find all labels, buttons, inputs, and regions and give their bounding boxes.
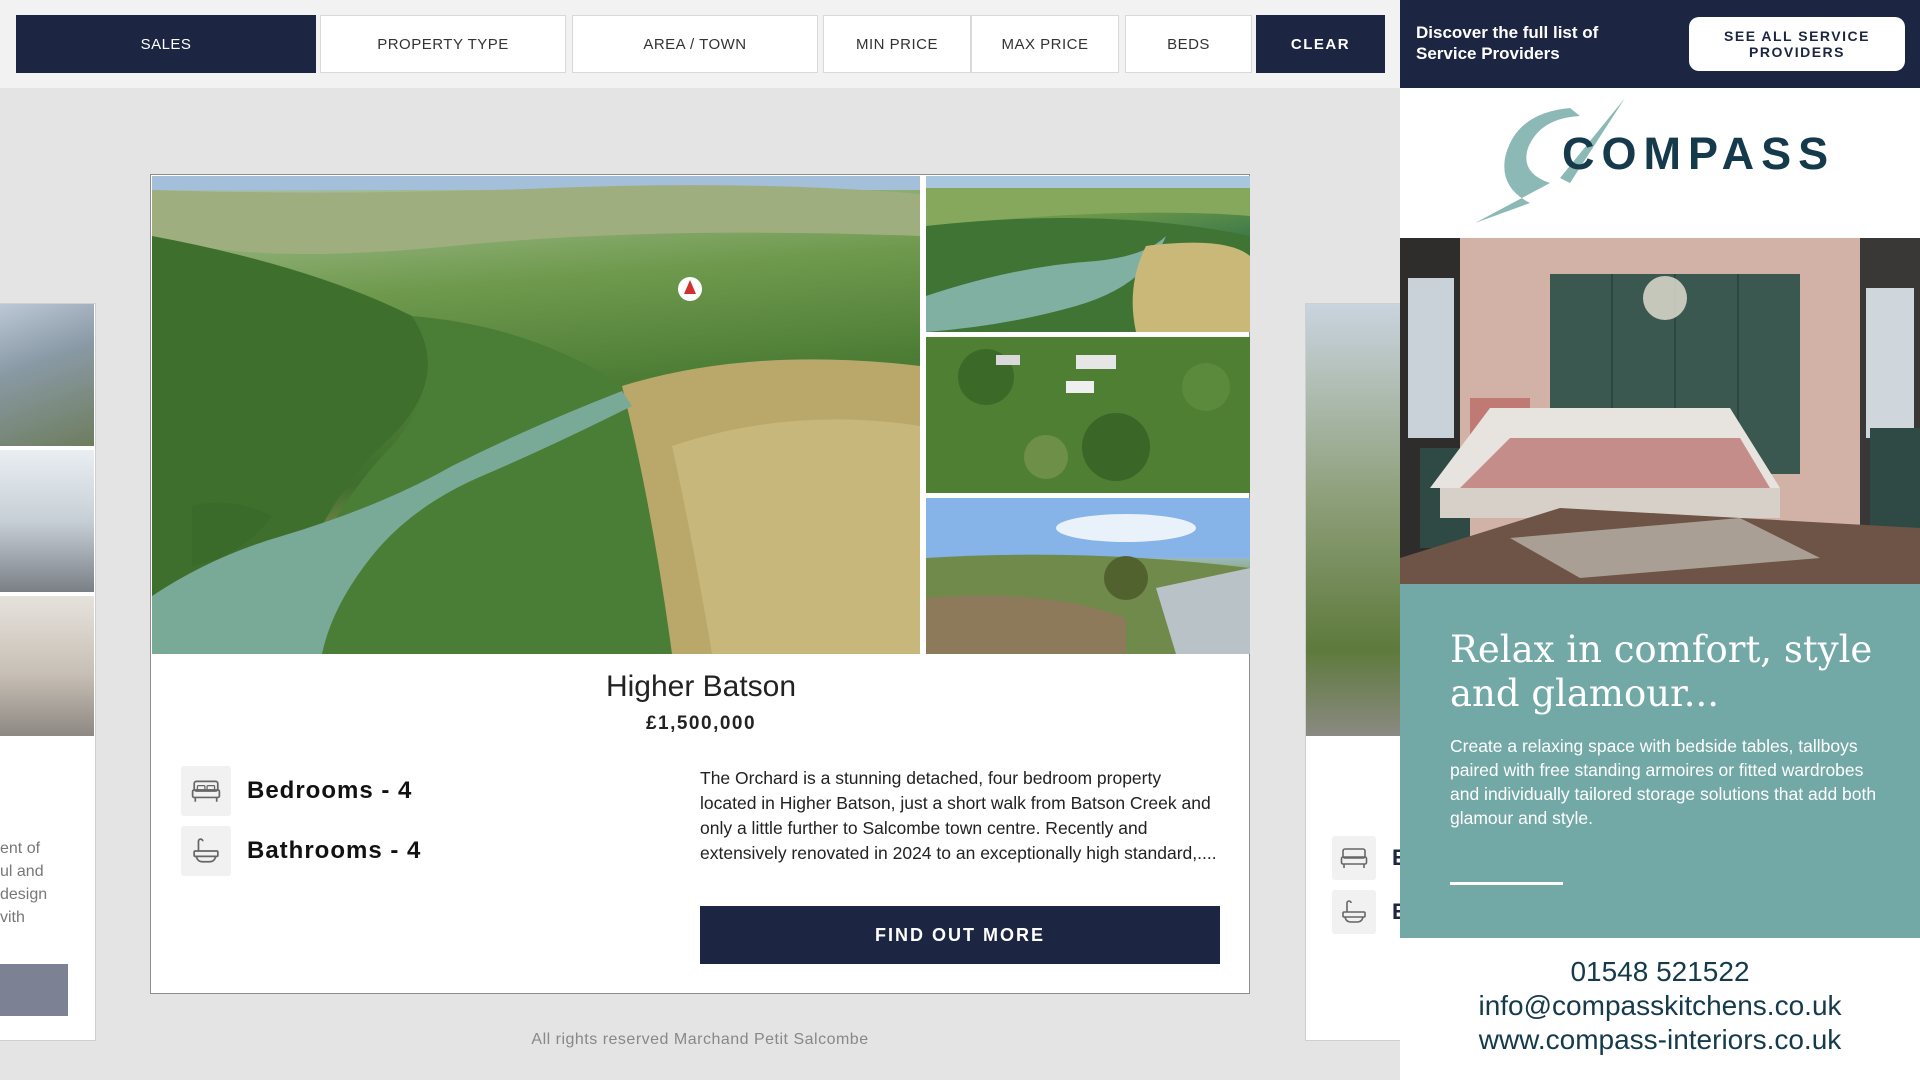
find-out-more-button[interactable]: FIND OUT MORE (700, 906, 1220, 964)
previous-property-photo (0, 596, 94, 736)
advert-contact-info: 01548 521522 info@compasskitchens.co.uk … (1400, 955, 1920, 1057)
property-main-photo[interactable] (152, 176, 920, 654)
sidebar-header: Discover the full list of Service Provid… (1400, 0, 1920, 88)
advert-panel: Relax in comfort, style and glamour... C… (1400, 584, 1920, 938)
sales-filter-button[interactable]: SALES (16, 15, 316, 73)
sidebar-header-text: Discover the full list of Service Provid… (1416, 23, 1599, 63)
beds-dropdown[interactable]: BEDS (1125, 15, 1252, 73)
advert-divider (1450, 882, 1563, 885)
bedroom-advert-photo[interactable] (1400, 238, 1920, 584)
compass-logo-text: COMPASS (1562, 128, 1836, 179)
previous-property-photo (0, 304, 94, 446)
bed-icon (181, 766, 231, 816)
advert-headline: Relax in comfort, style and glamour... (1450, 628, 1873, 715)
filter-bar: SALES PROPERTY TYPE AREA / TOWN MIN PRIC… (0, 0, 1400, 88)
bathrooms-feature: Bathrooms - 4 (181, 826, 421, 876)
description-line: vith (0, 909, 25, 926)
property-thumbnail-photo[interactable] (926, 176, 1250, 332)
bathrooms-label: Bathrooms - 4 (247, 837, 422, 864)
max-price-dropdown[interactable]: MAX PRICE (971, 15, 1119, 73)
previous-property-photo (0, 450, 94, 592)
listing-carousel: ent of ul and design vith E E (0, 88, 1400, 1080)
advert-phone[interactable]: 01548 521522 (1400, 955, 1920, 989)
previous-property-description: ent of ul and design vith (0, 837, 94, 929)
bed-icon (1332, 836, 1376, 880)
next-property-card[interactable]: E E (1305, 303, 1400, 1041)
next-property-bedrooms: E (1392, 845, 1400, 871)
property-description: The Orchard is a stunning detached, four… (700, 768, 1217, 863)
compass-logo[interactable]: COMPASS (1400, 88, 1920, 238)
property-thumbnail-photo[interactable] (926, 498, 1250, 654)
property-price: £1,500,000 (645, 713, 757, 734)
description-line: ent of (0, 840, 41, 857)
property-title: Higher Batson (605, 670, 797, 703)
advert-body-text: Create a relaxing space with bedside tab… (1450, 736, 1877, 828)
property-thumbnail-photo[interactable] (926, 337, 1250, 493)
property-card: Higher Batson £1,500,000 Bedrooms - 4 Ba… (150, 174, 1250, 994)
area-town-dropdown[interactable]: AREA / TOWN (572, 15, 818, 73)
previous-property-button[interactable] (0, 964, 68, 1016)
bath-icon (1332, 890, 1376, 934)
next-property-photo (1306, 304, 1400, 736)
description-line: ul and (0, 863, 44, 880)
advert-website[interactable]: www.compass-interiors.co.uk (1400, 1023, 1920, 1057)
see-all-service-providers-button[interactable]: SEE ALL SERVICE PROVIDERS (1689, 17, 1905, 71)
clear-filters-button[interactable]: CLEAR (1256, 15, 1385, 73)
property-type-dropdown[interactable]: PROPERTY TYPE (320, 15, 566, 73)
next-property-bathrooms: E (1392, 899, 1400, 925)
footer-copyright: All rights reserved Marchand Petit Salco… (531, 1031, 869, 1048)
bedrooms-label: Bedrooms - 4 (247, 777, 413, 804)
min-price-dropdown[interactable]: MIN PRICE (823, 15, 971, 73)
previous-property-card[interactable]: ent of ul and design vith (0, 303, 96, 1041)
description-line: design (0, 886, 48, 903)
bath-icon (181, 826, 231, 876)
service-providers-sidebar: Discover the full list of Service Provid… (1400, 0, 1920, 1080)
advert-email[interactable]: info@compasskitchens.co.uk (1400, 989, 1920, 1023)
bedrooms-feature: Bedrooms - 4 (181, 766, 412, 816)
